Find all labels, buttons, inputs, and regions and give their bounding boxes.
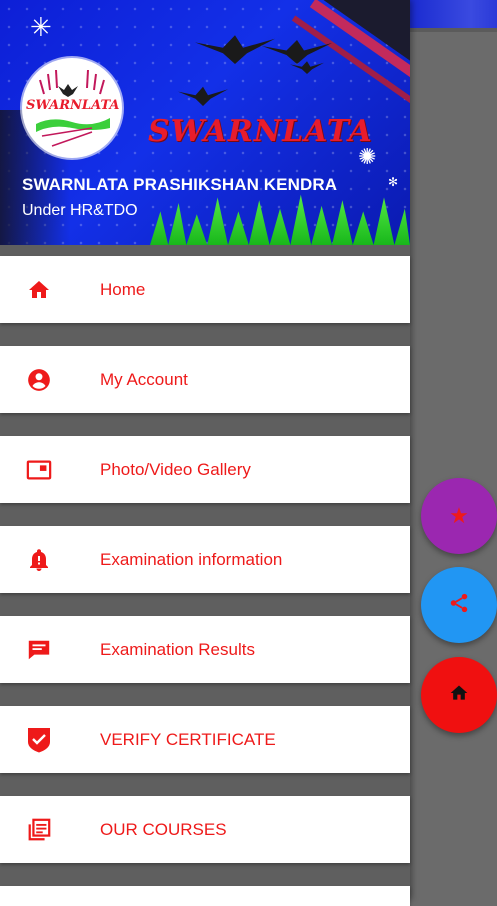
sparkle-icon: ✳ — [30, 12, 52, 42]
menu-item-my-account[interactable]: My Account — [0, 346, 410, 413]
library-books-icon — [26, 817, 52, 843]
menu-item-label: My Account — [100, 369, 188, 389]
menu-item-our-courses[interactable]: OUR COURSES — [0, 796, 410, 863]
menu-item-examination-information[interactable]: Examination information — [0, 526, 410, 593]
sparkle-icon: ✺ — [358, 144, 377, 169]
account-circle-icon — [26, 367, 52, 393]
brand-script-text: SWARNLATA — [148, 114, 373, 149]
menu-item-examination-results[interactable]: Examination Results — [0, 616, 410, 683]
app-bar — [410, 0, 497, 28]
menu-item-label: Examination Results — [100, 639, 255, 659]
drawer-subtitle: Under HR&TDO — [22, 202, 138, 219]
sparkle-icon: ✻ — [388, 175, 399, 189]
drawer-header: ✳ ✺ ✻ SWARNLATA SWARNLATA SWARNLATA PRAS — [0, 0, 410, 245]
navigation-drawer: ✳ ✺ ✻ SWARNLATA SWARNLATA SWARNLATA PRAS — [0, 0, 410, 906]
star-icon: ★ — [449, 503, 469, 528]
verified-shield-icon — [26, 727, 52, 753]
menu-item-label: Examination information — [100, 549, 283, 569]
app-logo: SWARNLATA — [22, 58, 122, 158]
drawer-title: SWARNLATA PRASHIKSHAN KENDRA — [22, 175, 338, 194]
gallery-icon — [26, 457, 52, 483]
share-fab-button[interactable] — [421, 567, 497, 643]
menu-item-home[interactable]: Home — [0, 256, 410, 323]
star-fab-button[interactable]: ★ — [421, 478, 497, 554]
menu-item-verify-certificate[interactable]: VERIFY CERTIFICATE — [0, 706, 410, 773]
home-icon — [26, 277, 52, 303]
bell-alert-icon — [26, 547, 52, 573]
home-icon — [449, 683, 469, 708]
drawer-menu: Home My Account Photo/Video Gallery Exam… — [0, 256, 410, 906]
menu-item-partial[interactable] — [0, 886, 410, 906]
share-icon — [448, 592, 470, 619]
message-icon — [26, 637, 52, 663]
menu-item-label: VERIFY CERTIFICATE — [100, 729, 276, 749]
menu-item-label: Home — [100, 279, 146, 299]
home-fab-button[interactable] — [421, 657, 497, 733]
menu-item-label: Photo/Video Gallery — [100, 459, 251, 479]
menu-item-label: OUR COURSES — [100, 819, 227, 839]
app-bar-shadow — [410, 28, 497, 32]
menu-item-gallery[interactable]: Photo/Video Gallery — [0, 436, 410, 503]
logo-text: SWARNLATA — [26, 98, 120, 113]
